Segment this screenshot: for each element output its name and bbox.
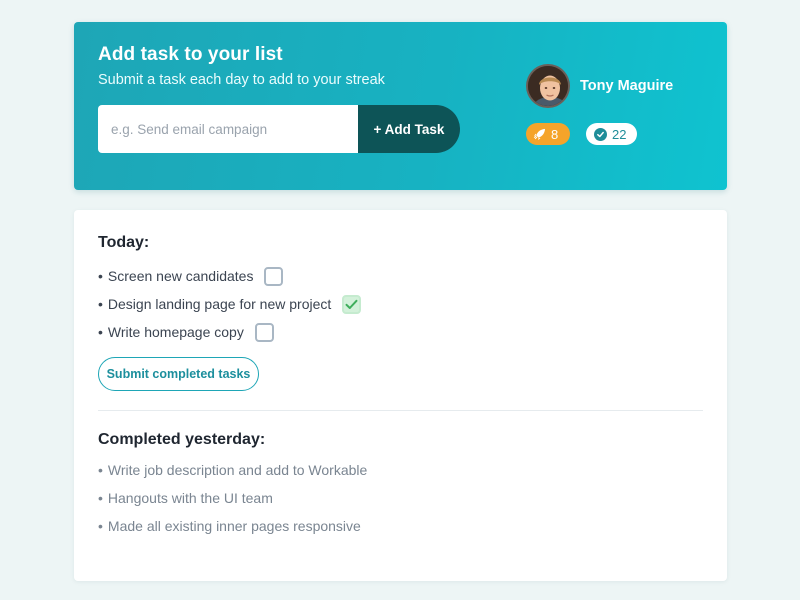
list-item: • Design landing page for new project — [98, 290, 362, 318]
bullet: • — [98, 518, 103, 534]
divider — [98, 410, 703, 411]
avatar[interactable] — [526, 64, 570, 108]
today-task-list: • Screen new candidates • Design landing… — [98, 262, 362, 346]
bullet: • — [98, 490, 103, 506]
list-item: • Screen new candidates — [98, 262, 361, 290]
bullet: • — [98, 268, 103, 284]
add-task-panel: Add task to your list Submit a task each… — [74, 22, 727, 190]
task-checkbox[interactable] — [342, 294, 362, 314]
list-item: • Hangouts with the UI team — [98, 484, 367, 512]
user-profile: Tony Maguire 8 22 — [526, 64, 716, 154]
task-input[interactable] — [98, 105, 358, 153]
user-photo-icon — [528, 66, 568, 106]
page-title: Add task to your list — [98, 44, 283, 65]
task-label: Screen new candidates — [107, 268, 254, 284]
checkmark-icon — [345, 299, 358, 309]
completed-yesterday-list: • Write job description and add to Worka… — [98, 456, 367, 540]
submit-completed-button[interactable]: Submit completed tasks — [98, 357, 259, 391]
today-heading: Today: — [98, 234, 150, 251]
list-item: • Write job description and add to Worka… — [98, 456, 367, 484]
task-label: Design landing page for new project — [107, 296, 332, 312]
bullet: • — [98, 462, 103, 478]
add-task-button[interactable]: + Add Task — [358, 105, 460, 153]
streak-badge: 8 — [526, 123, 570, 145]
list-item: • Made all existing inner pages responsi… — [98, 512, 367, 540]
task-label: Write homepage copy — [107, 324, 244, 340]
streak-count: 8 — [551, 126, 559, 142]
bullet: • — [98, 324, 103, 340]
completed-task-label: Hangouts with the UI team — [107, 490, 273, 506]
completed-task-label: Write job description and add to Workabl… — [107, 462, 368, 478]
page-subtitle: Submit a task each day to add to your st… — [98, 72, 385, 88]
tasks-panel: Today: • Screen new candidates • Design … — [74, 210, 727, 581]
completed-count: 22 — [612, 126, 627, 142]
completed-count-badge: 22 — [586, 123, 637, 145]
completed-task-label: Made all existing inner pages responsive — [107, 518, 361, 534]
add-task-form: + Add Task — [98, 105, 460, 153]
rocket-icon — [533, 128, 546, 141]
list-item: • Write homepage copy — [98, 318, 361, 346]
task-checkbox[interactable] — [254, 322, 274, 342]
check-circle-icon — [594, 127, 607, 141]
profile-name: Tony Maguire — [580, 78, 674, 94]
bullet: • — [98, 296, 103, 312]
yesterday-heading: Completed yesterday: — [98, 431, 266, 448]
task-checkbox[interactable] — [264, 266, 284, 286]
